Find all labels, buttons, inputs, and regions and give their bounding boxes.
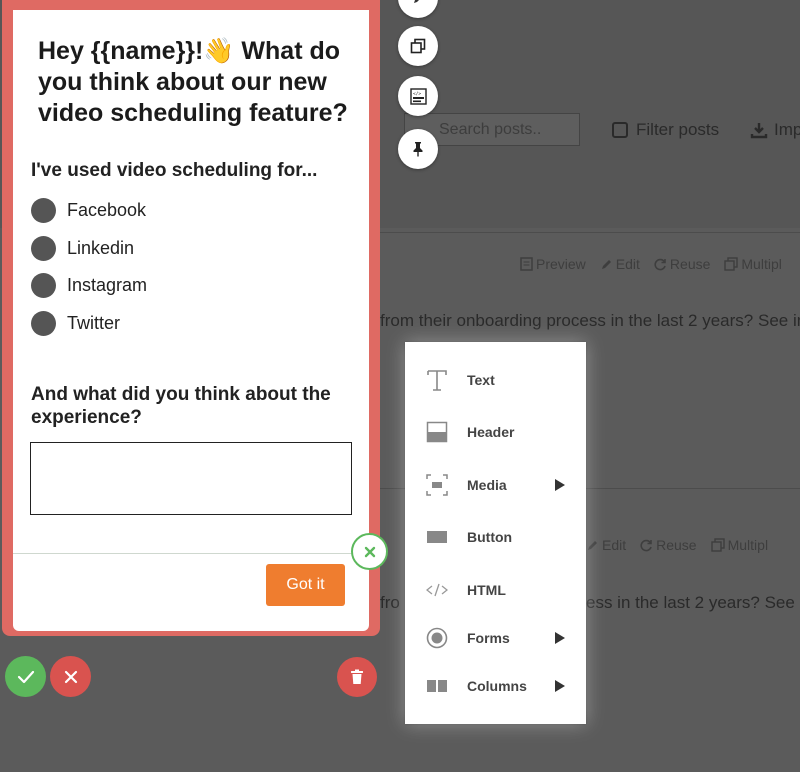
radio-button[interactable] — [31, 198, 56, 224]
pencil-icon — [414, 0, 419, 3]
radio-option-linkedin[interactable]: Linkedin — [31, 230, 147, 268]
edit-action: Edit — [600, 256, 640, 272]
preview-action: Preview — [520, 256, 586, 272]
background-row-actions-1: Preview Edit Reuse Multipl — [520, 256, 782, 272]
button-icon — [425, 525, 449, 549]
edit-action: Edit — [586, 537, 626, 553]
radio-button[interactable] — [31, 310, 56, 336]
radio-label: Facebook — [67, 200, 147, 221]
picker-label: HTML — [467, 582, 506, 598]
modal-footer-divider — [13, 553, 369, 554]
svg-text:</>: </> — [413, 91, 421, 97]
experience-textarea[interactable] — [30, 442, 352, 515]
submenu-arrow-icon — [555, 479, 565, 491]
filter-label: Filter posts — [636, 120, 720, 139]
submenu-arrow-icon — [555, 680, 565, 692]
trash-icon — [351, 669, 363, 684]
close-icon — [64, 670, 77, 683]
header-icon — [425, 420, 449, 444]
picker-label: Forms — [467, 630, 510, 646]
radio-option-instagram[interactable]: Instagram — [31, 267, 147, 305]
picker-item-text[interactable]: Text — [405, 358, 586, 402]
radio-button[interactable] — [31, 273, 56, 299]
reuse-action: Reuse — [640, 537, 697, 553]
radio-option-twitter[interactable]: Twitter — [31, 305, 147, 343]
element-picker-menu: Text Header Media Button HTML Forms Colu… — [405, 342, 586, 724]
background-filter-posts: Filter posts — [612, 120, 719, 140]
copy-icon — [724, 257, 739, 271]
columns-icon — [425, 674, 449, 698]
radio-option-facebook[interactable]: Facebook — [31, 192, 147, 230]
import-label: Imp — [774, 120, 800, 139]
text-icon — [425, 368, 449, 392]
multiple-action: Multipl — [724, 256, 782, 272]
background-row-actions-2: Edit Reuse Multipl — [586, 537, 768, 553]
pencil-icon — [601, 259, 611, 269]
multiple-action: Multipl — [710, 537, 768, 553]
background-divider — [380, 232, 800, 233]
picker-item-html[interactable]: HTML — [405, 568, 586, 612]
radio-options: Facebook Linkedin Instagram Twitter — [31, 192, 147, 342]
picker-item-forms[interactable]: Forms — [405, 616, 586, 660]
delete-button[interactable] — [337, 657, 377, 697]
pencil-icon — [588, 540, 597, 550]
picker-item-button[interactable]: Button — [405, 515, 586, 559]
picker-label: Columns — [467, 678, 527, 694]
picker-label: Media — [467, 477, 507, 493]
question-1-label: I've used video scheduling for... — [31, 160, 318, 181]
code-button[interactable]: </> — [398, 76, 438, 116]
code-block-icon: </> — [409, 87, 427, 105]
html-icon — [425, 578, 449, 602]
refresh-icon — [640, 539, 652, 551]
copy-icon — [710, 538, 725, 552]
picker-item-columns[interactable]: Columns — [405, 664, 586, 708]
duplicate-button[interactable] — [398, 26, 438, 66]
forms-icon — [425, 626, 449, 650]
background-row-text-1: from their onboarding process in the las… — [380, 311, 800, 330]
modal-title: Hey {{name}}!👋 What do you think about o… — [38, 37, 348, 127]
background-row-text-2b: ess in the last 2 years? See in — [586, 593, 800, 612]
confirm-button[interactable] — [5, 656, 46, 697]
check-icon — [17, 670, 34, 683]
preview-icon — [520, 257, 533, 271]
close-block-button[interactable] — [351, 533, 388, 570]
picker-label: Button — [467, 529, 513, 545]
picker-item-header[interactable]: Header — [405, 410, 586, 454]
refresh-icon — [654, 258, 666, 270]
media-icon — [425, 473, 449, 497]
picker-item-media[interactable]: Media — [405, 463, 586, 507]
download-icon — [750, 123, 768, 139]
duplicate-icon — [410, 38, 426, 54]
submenu-arrow-icon — [555, 632, 565, 644]
question-2-label: And what did you think about the experie… — [31, 384, 331, 428]
cancel-button[interactable] — [50, 656, 91, 697]
filter-checkbox — [612, 122, 628, 138]
background-import: Imp — [750, 120, 800, 140]
radio-label: Instagram — [67, 275, 148, 296]
picker-label: Header — [467, 424, 515, 440]
reuse-action: Reuse — [654, 256, 710, 272]
close-icon — [364, 546, 375, 557]
radio-label: Linkedin — [67, 237, 135, 258]
pin-button[interactable] — [398, 129, 438, 169]
got-it-button[interactable]: Got it — [266, 564, 345, 606]
radio-label: Twitter — [67, 312, 121, 333]
radio-button[interactable] — [31, 235, 56, 261]
survey-modal: Hey {{name}}!👋 What do you think about o… — [13, 10, 369, 631]
picker-label: Text — [467, 372, 495, 388]
pin-icon — [413, 142, 423, 157]
